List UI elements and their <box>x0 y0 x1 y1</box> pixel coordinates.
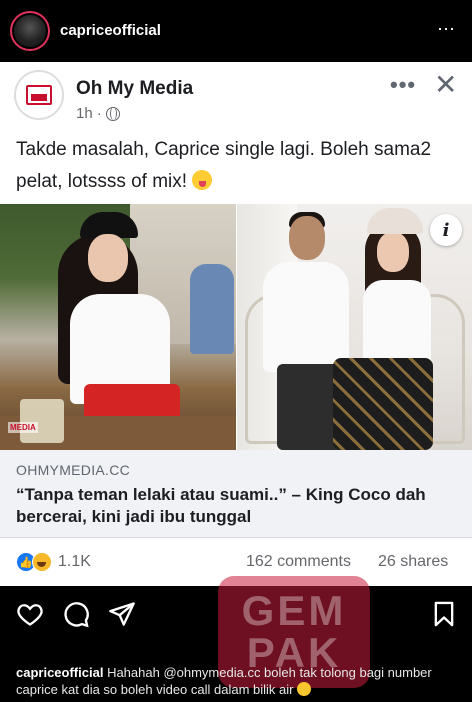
username[interactable]: capriceofficial <box>60 22 161 39</box>
caption-username[interactable]: capriceofficial <box>16 665 103 680</box>
post-options-icon: ••• <box>390 72 417 97</box>
bookmark-icon[interactable] <box>430 600 458 628</box>
post-meta: 1h · <box>76 105 120 122</box>
facebook-post-card: Oh My Media 1h · ••• ✕ Takde masalah, Ca… <box>0 62 472 586</box>
heart-icon[interactable] <box>16 600 44 628</box>
reaction-count: 1.1K <box>58 553 91 570</box>
instagram-header: capriceofficial ⋯ <box>0 0 472 62</box>
avatar-image <box>14 15 46 47</box>
post-text-body: Takde masalah, Caprice single lagi. Bole… <box>16 139 432 192</box>
more-options-icon[interactable]: ⋯ <box>437 19 456 40</box>
page-name: Oh My Media <box>76 78 194 99</box>
post-photo-left: MEDIA <box>0 204 236 450</box>
link-title: “Tanpa teman lelaki atau suami..” – King… <box>16 485 426 526</box>
share-icon[interactable] <box>108 600 136 628</box>
page-logo <box>14 70 64 120</box>
link-domain: OHMYMEDIA.CC <box>16 462 131 478</box>
post-text: Takde masalah, Caprice single lagi. Bole… <box>16 134 456 198</box>
tongue-emoji-icon <box>192 170 213 190</box>
close-icon: ✕ <box>434 69 458 100</box>
comment-count: 162 comments <box>246 553 351 570</box>
share-count: 26 shares <box>378 553 449 570</box>
avatar[interactable] <box>10 11 50 51</box>
watermark-line-1: GEM <box>241 587 347 634</box>
haha-reaction-icon <box>32 552 52 572</box>
shushing-emoji-icon <box>297 682 312 696</box>
meta-separator: · <box>96 105 102 122</box>
link-preview: OHMYMEDIA.CC “Tanpa teman lelaki atau su… <box>0 450 472 538</box>
info-icon: i <box>430 214 462 246</box>
globe-icon <box>105 106 120 121</box>
photo-watermark-icon: MEDIA <box>8 422 38 433</box>
logo-mark-icon <box>26 85 52 105</box>
caption: capriceofficial Hahahah @ohmymedia.cc bo… <box>16 664 462 698</box>
post-time: 1h <box>76 105 93 122</box>
comment-icon[interactable] <box>62 600 90 628</box>
post-photo-right: i <box>237 204 472 450</box>
